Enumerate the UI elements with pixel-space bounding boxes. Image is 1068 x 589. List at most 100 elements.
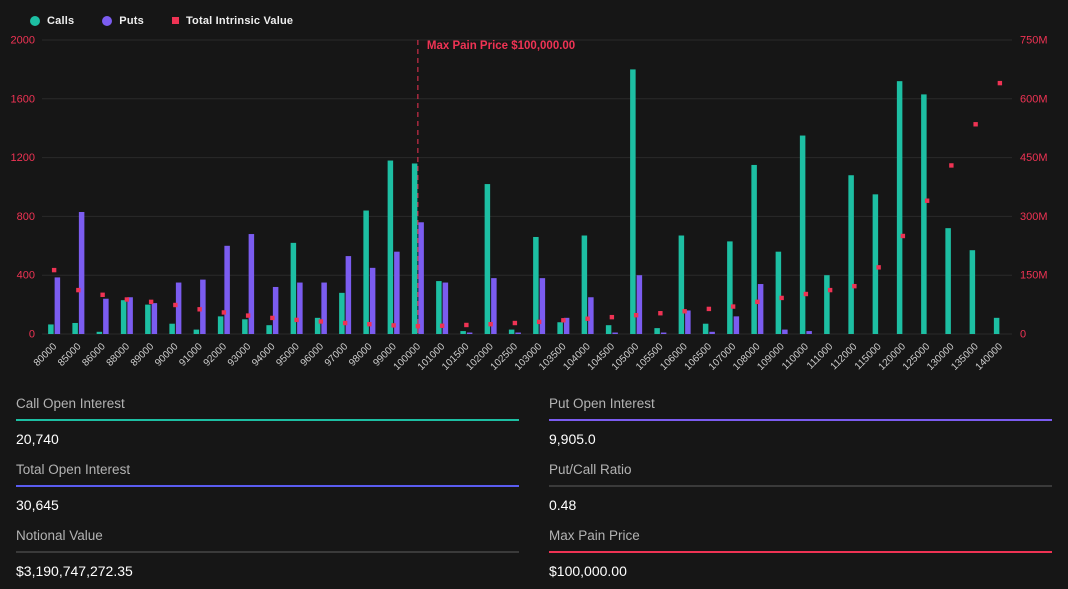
calls-bar (824, 275, 830, 334)
puts-bar (782, 330, 788, 334)
puts-bar (612, 333, 618, 334)
x-axis-label: 140000 (974, 341, 1006, 373)
x-axis-label: 88000 (105, 341, 133, 369)
puts-bar (661, 333, 667, 334)
x-axis-label: 85000 (56, 341, 84, 369)
legend-item-puts[interactable]: Puts (102, 15, 144, 27)
intrinsic-value-dot (319, 319, 323, 323)
stat-value: $100,000.00 (549, 553, 1052, 582)
intrinsic-value-dot (197, 307, 201, 311)
calls-bar (873, 194, 879, 334)
calls-bar (703, 324, 709, 334)
intrinsic-value-dot (804, 292, 808, 296)
stat-call-open-interest: Call Open Interest 20,740 (16, 384, 519, 450)
stat-label: Put Open Interest (549, 396, 1052, 419)
stat-value: 30,645 (16, 487, 519, 516)
calls-bar (557, 322, 563, 334)
x-axis-label: 80000 (32, 341, 60, 369)
calls-bar (897, 81, 903, 334)
puts-bar (637, 275, 643, 334)
puts-bar (55, 277, 61, 334)
stat-total-open-interest: Total Open Interest 30,645 (16, 450, 519, 516)
right-axis-tick: 0 (1020, 329, 1026, 341)
puts-bar (127, 297, 133, 334)
x-axis-label: 93000 (226, 341, 254, 369)
calls-bar (751, 165, 757, 334)
intrinsic-value-dot (440, 324, 444, 328)
puts-bar (152, 303, 158, 334)
right-axis-tick: 300M (1020, 211, 1048, 223)
intrinsic-value-dot (367, 322, 371, 326)
intrinsic-value-dot (755, 300, 759, 304)
intrinsic-value-dot (294, 318, 298, 322)
intrinsic-value-dot (682, 309, 686, 313)
puts-swatch-icon (102, 16, 112, 26)
right-axis-tick: 750M (1020, 35, 1048, 47)
left-axis-tick: 2000 (11, 35, 35, 47)
x-axis-label: 92000 (202, 341, 230, 369)
total-intrinsic-value-swatch-icon (172, 17, 179, 24)
calls-bar (339, 293, 345, 334)
left-axis-tick: 400 (17, 270, 35, 282)
calls-bar (412, 163, 418, 334)
left-axis-tick: 1200 (11, 152, 35, 164)
intrinsic-value-dot (973, 122, 977, 126)
x-axis-label: 91000 (177, 341, 205, 369)
x-axis-label: 95000 (274, 341, 302, 369)
legend-label-total-intrinsic-value: Total Intrinsic Value (186, 15, 293, 27)
calls-bar (921, 94, 927, 334)
stat-max-pain-price: Max Pain Price $100,000.00 (549, 516, 1052, 582)
puts-bar (249, 234, 255, 334)
max-pain-chart: 00400150M800300M1200450M1600600M2000750M… (0, 32, 1068, 380)
calls-bar (194, 330, 200, 334)
puts-bar (685, 310, 691, 334)
puts-bar (806, 331, 812, 334)
legend-label-puts: Puts (119, 15, 144, 27)
stat-put-call-ratio: Put/Call Ratio 0.48 (549, 450, 1052, 516)
x-axis-label: 94000 (250, 341, 278, 369)
intrinsic-value-dot (246, 313, 250, 317)
right-axis-tick: 150M (1020, 270, 1048, 282)
puts-bar (540, 278, 546, 334)
chart-legend: Calls Puts Total Intrinsic Value (0, 0, 1068, 32)
stat-label: Call Open Interest (16, 396, 519, 419)
intrinsic-value-dot (513, 321, 517, 325)
stats-grid: Call Open Interest 20,740 Put Open Inter… (0, 380, 1068, 582)
intrinsic-value-dot (561, 318, 565, 322)
puts-bar (79, 212, 85, 334)
intrinsic-value-dot (125, 297, 129, 301)
puts-bar (709, 332, 715, 334)
legend-item-calls[interactable]: Calls (30, 15, 74, 27)
calls-bar (679, 236, 685, 334)
intrinsic-value-dot (779, 296, 783, 300)
legend-item-total-intrinsic-value[interactable]: Total Intrinsic Value (172, 15, 293, 27)
intrinsic-value-dot (343, 321, 347, 325)
puts-bar (224, 246, 230, 334)
puts-bar (103, 299, 109, 334)
calls-bar (606, 325, 612, 334)
intrinsic-value-dot (76, 288, 80, 292)
stat-value: 0.48 (549, 487, 1052, 516)
intrinsic-value-dot (901, 234, 905, 238)
right-axis-tick: 600M (1020, 93, 1048, 105)
calls-bar (848, 175, 854, 334)
puts-bar (176, 283, 182, 334)
stat-label: Put/Call Ratio (549, 462, 1052, 485)
calls-swatch-icon (30, 16, 40, 26)
intrinsic-value-dot (52, 268, 56, 272)
options-max-pain-dashboard: Calls Puts Total Intrinsic Value 0040015… (0, 0, 1068, 582)
stat-value: 9,905.0 (549, 421, 1052, 450)
puts-bar (200, 280, 206, 334)
stat-value: 20,740 (16, 421, 519, 450)
calls-bar (145, 305, 151, 334)
calls-bar (994, 318, 1000, 334)
stat-put-open-interest: Put Open Interest 9,905.0 (549, 384, 1052, 450)
calls-bar (169, 324, 175, 334)
left-axis-tick: 1600 (11, 93, 35, 105)
x-axis-label: 98000 (347, 341, 375, 369)
x-axis-label: 89000 (129, 341, 157, 369)
x-axis-label: 90000 (153, 341, 181, 369)
calls-bar (121, 300, 127, 334)
intrinsic-value-dot (707, 307, 711, 311)
max-pain-label: Max Pain Price $100,000.00 (427, 40, 575, 52)
